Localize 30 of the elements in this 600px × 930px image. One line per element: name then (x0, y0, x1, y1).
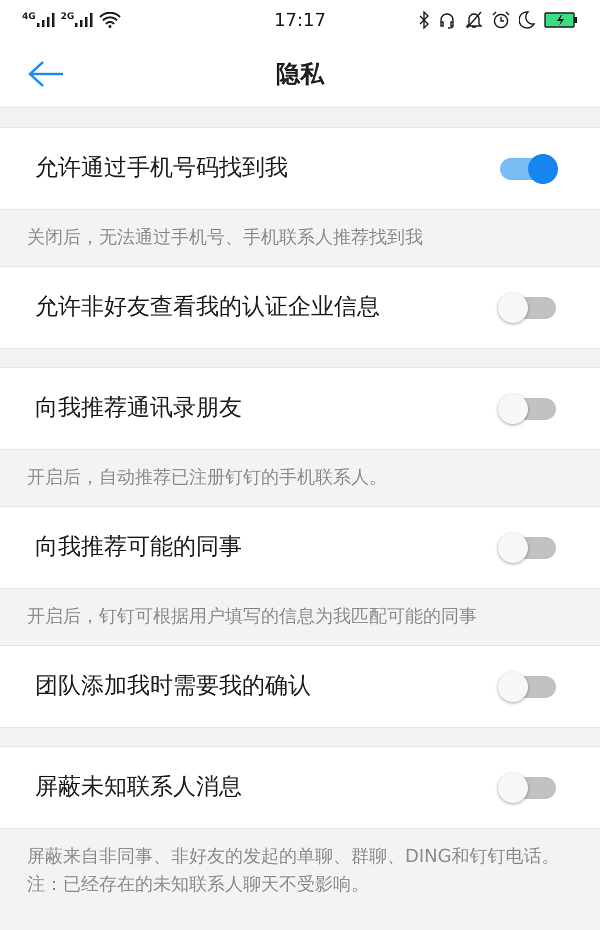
page-title: 隐私 (276, 58, 324, 90)
setting-label: 向我推荐通讯录朋友 (35, 394, 243, 424)
toggle-switch[interactable] (498, 394, 558, 424)
setting-note: 开启后，自动推荐已注册钉钉的手机联系人。 (27, 466, 388, 490)
setting-note: 关闭后，无法通过手机号、手机联系人推荐找到我 (27, 226, 424, 250)
headset-icon (438, 11, 456, 29)
alarm-icon (492, 11, 510, 29)
setting-label: 团队添加我时需要我的确认 (35, 672, 312, 702)
setting-label: 允许通过手机号码找到我 (35, 154, 289, 184)
bell-muted-icon (465, 11, 483, 29)
toggle-switch[interactable] (498, 532, 558, 562)
setting-label: 屏蔽未知联系人消息 (35, 773, 243, 802)
toggle-switch[interactable] (498, 772, 558, 802)
toggle-switch[interactable] (498, 672, 558, 702)
signal-icon (75, 13, 94, 27)
back-arrow-icon (28, 60, 64, 88)
moon-icon (519, 11, 535, 29)
setting-note: 开启后，钉钉可根据用户填写的信息为我匹配可能的同事 (27, 605, 478, 629)
toggle-switch[interactable] (498, 292, 558, 322)
signal-icon (36, 13, 55, 27)
bluetooth-icon (419, 11, 429, 29)
network-label: 4G (22, 13, 36, 22)
toggle-switch[interactable] (498, 154, 558, 184)
setting-label: 允许非好友查看我的认证企业信息 (35, 293, 381, 322)
setting-label: 向我推荐可能的同事 (35, 533, 243, 562)
network-label: 2G (60, 13, 74, 22)
setting-note: 屏蔽来自非同事、非好友的发起的单聊、群聊、DING和钉钉电话。注：已经存在的未知联系人聊天不受影响。 (27, 845, 561, 897)
battery-icon (544, 11, 578, 29)
wifi-icon (99, 12, 122, 28)
clock: 17:17 (274, 8, 326, 32)
